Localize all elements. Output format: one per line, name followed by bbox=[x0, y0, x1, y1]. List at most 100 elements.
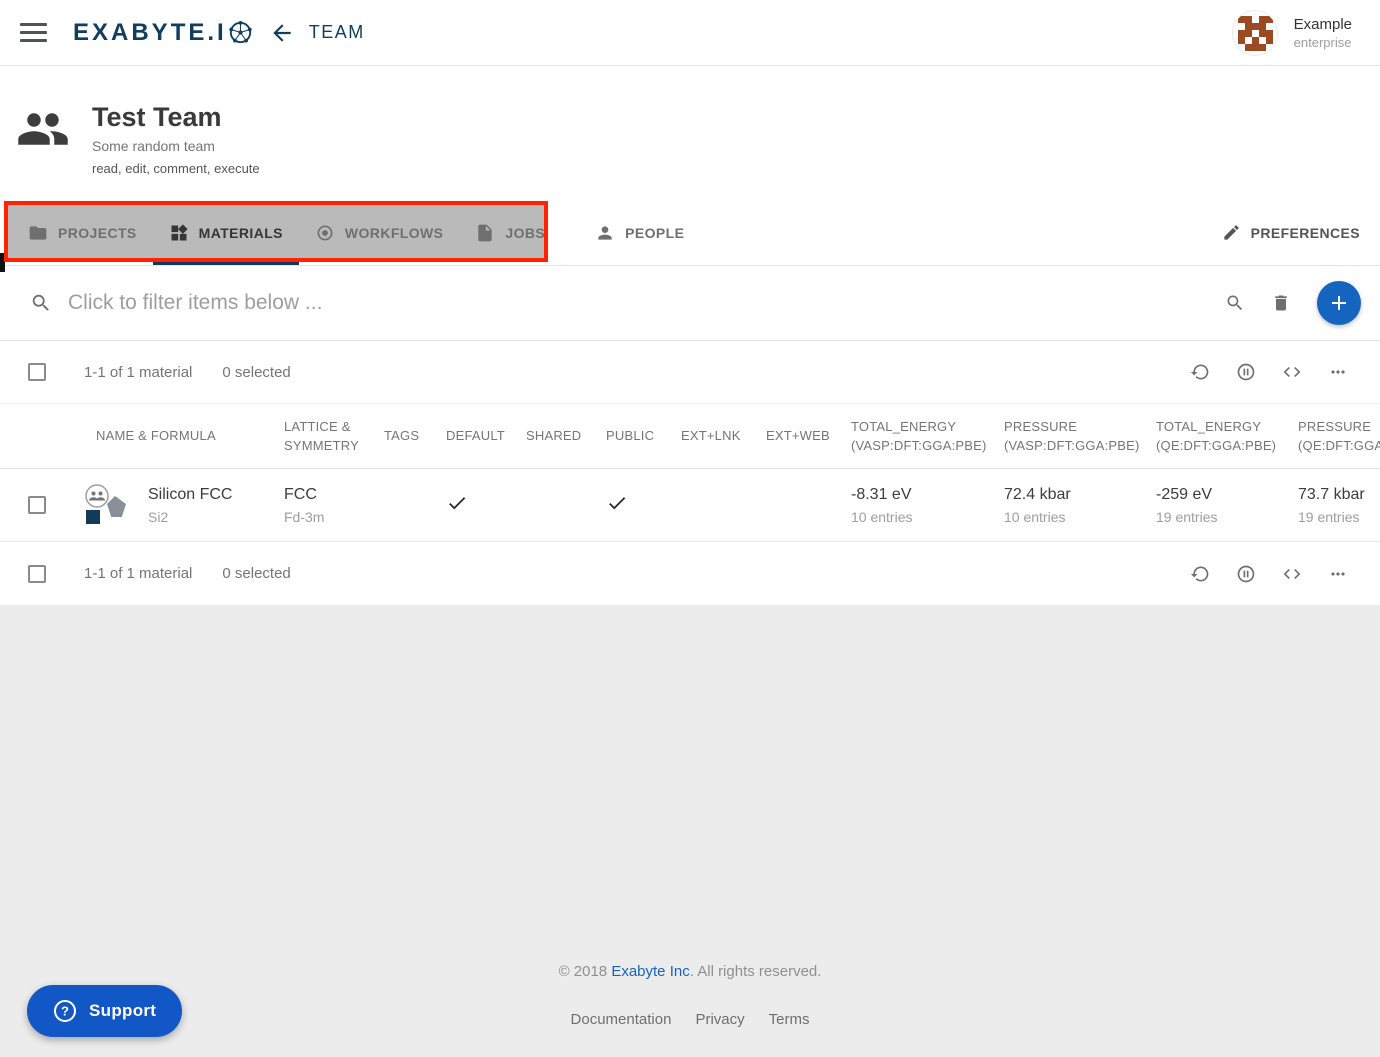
svg-text:?: ? bbox=[61, 1004, 69, 1019]
team-permissions: read, edit, comment, execute bbox=[92, 161, 260, 176]
total-energy-qe-entries: 19 entries bbox=[1156, 509, 1272, 525]
folder-icon bbox=[28, 223, 48, 243]
tab-label: JOBS bbox=[505, 225, 545, 241]
jobs-icon bbox=[475, 223, 495, 243]
support-button[interactable]: ? Support bbox=[27, 985, 182, 1037]
menu-icon[interactable] bbox=[20, 18, 47, 47]
row-pressure-vasp-cell: 72.4 kbar 10 entries bbox=[978, 486, 1130, 525]
copyright-prefix: © 2018 bbox=[559, 963, 612, 980]
column-header-default[interactable]: DEFAULT bbox=[420, 426, 500, 446]
pagination-range-bottom: 1-1 of 1 material bbox=[84, 565, 192, 582]
app-logo[interactable]: EXABYTE.I bbox=[73, 19, 253, 47]
footer-area: © 2018 Exabyte Inc. All rights reserved.… bbox=[0, 605, 1380, 1057]
filter-input[interactable] bbox=[68, 291, 1225, 315]
tab-workflows[interactable]: WORKFLOWS bbox=[299, 200, 459, 265]
pressure-vasp-value: 72.4 kbar bbox=[1004, 486, 1130, 504]
restore-icon[interactable] bbox=[1190, 362, 1210, 382]
tab-label: PEOPLE bbox=[625, 225, 684, 241]
selected-count: 0 selected bbox=[222, 364, 290, 381]
app-window: EXABYTE.I TEAM bbox=[0, 0, 1380, 1057]
row-check-cell bbox=[0, 496, 68, 514]
list-actions-bottom bbox=[1190, 564, 1348, 584]
more-icon[interactable] bbox=[1328, 564, 1348, 584]
selected-count-bottom: 0 selected bbox=[222, 565, 290, 582]
company-link[interactable]: Exabyte Inc bbox=[611, 963, 689, 980]
account-plan: enterprise bbox=[1294, 35, 1352, 50]
tab-label: WORKFLOWS bbox=[345, 225, 443, 241]
column-header-total-energy-qe[interactable]: TOTAL_ENERGY(QE:DFT:GGA:PBE) bbox=[1130, 417, 1272, 456]
select-all-checkbox-bottom[interactable] bbox=[28, 565, 46, 583]
search-icon bbox=[30, 292, 52, 314]
row-pressure-qe-cell: 73.7 kbar 19 entries bbox=[1272, 486, 1380, 525]
footer-links: Documentation Privacy Terms bbox=[0, 1011, 1380, 1028]
check-icon bbox=[606, 492, 628, 514]
preferences-label: PREFERENCES bbox=[1251, 225, 1360, 241]
column-header-tags[interactable]: TAGS bbox=[358, 426, 420, 446]
add-icon bbox=[1327, 291, 1351, 315]
row-lattice-cell: FCC Fd-3m bbox=[258, 486, 358, 525]
row-name-cell: Silicon FCC Si2 bbox=[68, 483, 258, 527]
pressure-qe-entries: 19 entries bbox=[1298, 509, 1380, 525]
account-menu[interactable]: Example enterprise bbox=[1232, 10, 1352, 56]
restore-icon[interactable] bbox=[1190, 564, 1210, 584]
support-help-icon: ? bbox=[53, 999, 77, 1023]
column-header-pressure-vasp[interactable]: PRESSURE(VASP:DFT:GGA:PBE) bbox=[978, 417, 1130, 456]
row-total-energy-vasp-cell: -8.31 eV 10 entries bbox=[825, 486, 978, 525]
pause-icon[interactable] bbox=[1236, 362, 1256, 382]
column-header-extweb[interactable]: EXT+WEB bbox=[740, 426, 825, 446]
column-header-pressure-qe[interactable]: PRESSURE(QE:DFT:GGA:PBE) bbox=[1272, 417, 1380, 456]
delete-icon[interactable] bbox=[1271, 293, 1291, 313]
add-button[interactable] bbox=[1317, 281, 1361, 325]
link-privacy[interactable]: Privacy bbox=[695, 1011, 744, 1028]
tab-label: MATERIALS bbox=[199, 225, 283, 241]
link-terms[interactable]: Terms bbox=[769, 1011, 810, 1028]
filter-bar bbox=[0, 266, 1380, 341]
team-description: Some random team bbox=[92, 138, 215, 154]
tab-materials[interactable]: MATERIALS bbox=[153, 200, 299, 265]
column-header-total-energy-vasp[interactable]: TOTAL_ENERGY(VASP:DFT:GGA:PBE) bbox=[825, 417, 978, 456]
tab-people[interactable]: PEOPLE bbox=[579, 200, 700, 265]
material-thumbnail-icon bbox=[82, 483, 130, 527]
pressure-qe-value: 73.7 kbar bbox=[1298, 486, 1380, 504]
preferences-button[interactable]: PREFERENCES bbox=[1222, 200, 1360, 265]
table-row[interactable]: Silicon FCC Si2 FCC Fd-3m -8.31 eV 10 en… bbox=[0, 469, 1380, 542]
account-name: Example bbox=[1294, 16, 1352, 33]
team-title: Test Team bbox=[92, 102, 222, 133]
tab-projects[interactable]: PROJECTS bbox=[12, 200, 153, 265]
top-app-bar: EXABYTE.I TEAM bbox=[0, 0, 1380, 66]
column-header-lattice[interactable]: LATTICE &SYMMETRY bbox=[258, 417, 358, 456]
total-energy-vasp-value: -8.31 eV bbox=[851, 486, 978, 504]
row-checkbox[interactable] bbox=[28, 496, 46, 514]
pause-icon[interactable] bbox=[1236, 564, 1256, 584]
team-header: Test Team Some random team read, edit, c… bbox=[0, 66, 1380, 200]
code-icon[interactable] bbox=[1282, 564, 1302, 584]
column-header-public[interactable]: PUBLIC bbox=[580, 426, 655, 446]
tab-bar: PROJECTS MATERIALS WORKFLOWS JOBS PEOPLE… bbox=[0, 200, 1380, 266]
preferences-pencil-icon bbox=[1222, 223, 1241, 242]
more-icon[interactable] bbox=[1328, 362, 1348, 382]
people-icon bbox=[595, 223, 615, 243]
code-icon[interactable] bbox=[1282, 362, 1302, 382]
tabs: PROJECTS MATERIALS WORKFLOWS JOBS PEOPLE bbox=[0, 200, 1380, 265]
check-icon bbox=[446, 492, 468, 514]
list-controls-bottom: 1-1 of 1 material 0 selected bbox=[0, 542, 1380, 605]
logo-text: EXABYTE.I bbox=[73, 19, 227, 47]
column-header-extlnk[interactable]: EXT+LNK bbox=[655, 426, 740, 446]
select-all-checkbox[interactable] bbox=[28, 363, 46, 381]
support-label: Support bbox=[89, 1001, 156, 1021]
column-header-name[interactable]: NAME & FORMULA bbox=[68, 426, 258, 446]
tab-jobs[interactable]: JOBS bbox=[459, 200, 561, 265]
link-documentation[interactable]: Documentation bbox=[571, 1011, 672, 1028]
column-header-shared[interactable]: SHARED bbox=[500, 426, 580, 446]
page-title: TEAM bbox=[309, 22, 365, 43]
material-name[interactable]: Silicon FCC bbox=[148, 486, 232, 504]
team-group-icon bbox=[16, 102, 70, 156]
row-total-energy-qe-cell: -259 eV 19 entries bbox=[1130, 486, 1272, 525]
back-icon[interactable] bbox=[269, 20, 295, 46]
search-action-icon[interactable] bbox=[1225, 293, 1245, 313]
lattice-value: FCC bbox=[284, 486, 358, 504]
row-default-cell bbox=[420, 492, 500, 519]
avatar[interactable] bbox=[1232, 10, 1278, 56]
list-controls-top: 1-1 of 1 material 0 selected bbox=[0, 341, 1380, 404]
total-energy-qe-value: -259 eV bbox=[1156, 486, 1272, 504]
